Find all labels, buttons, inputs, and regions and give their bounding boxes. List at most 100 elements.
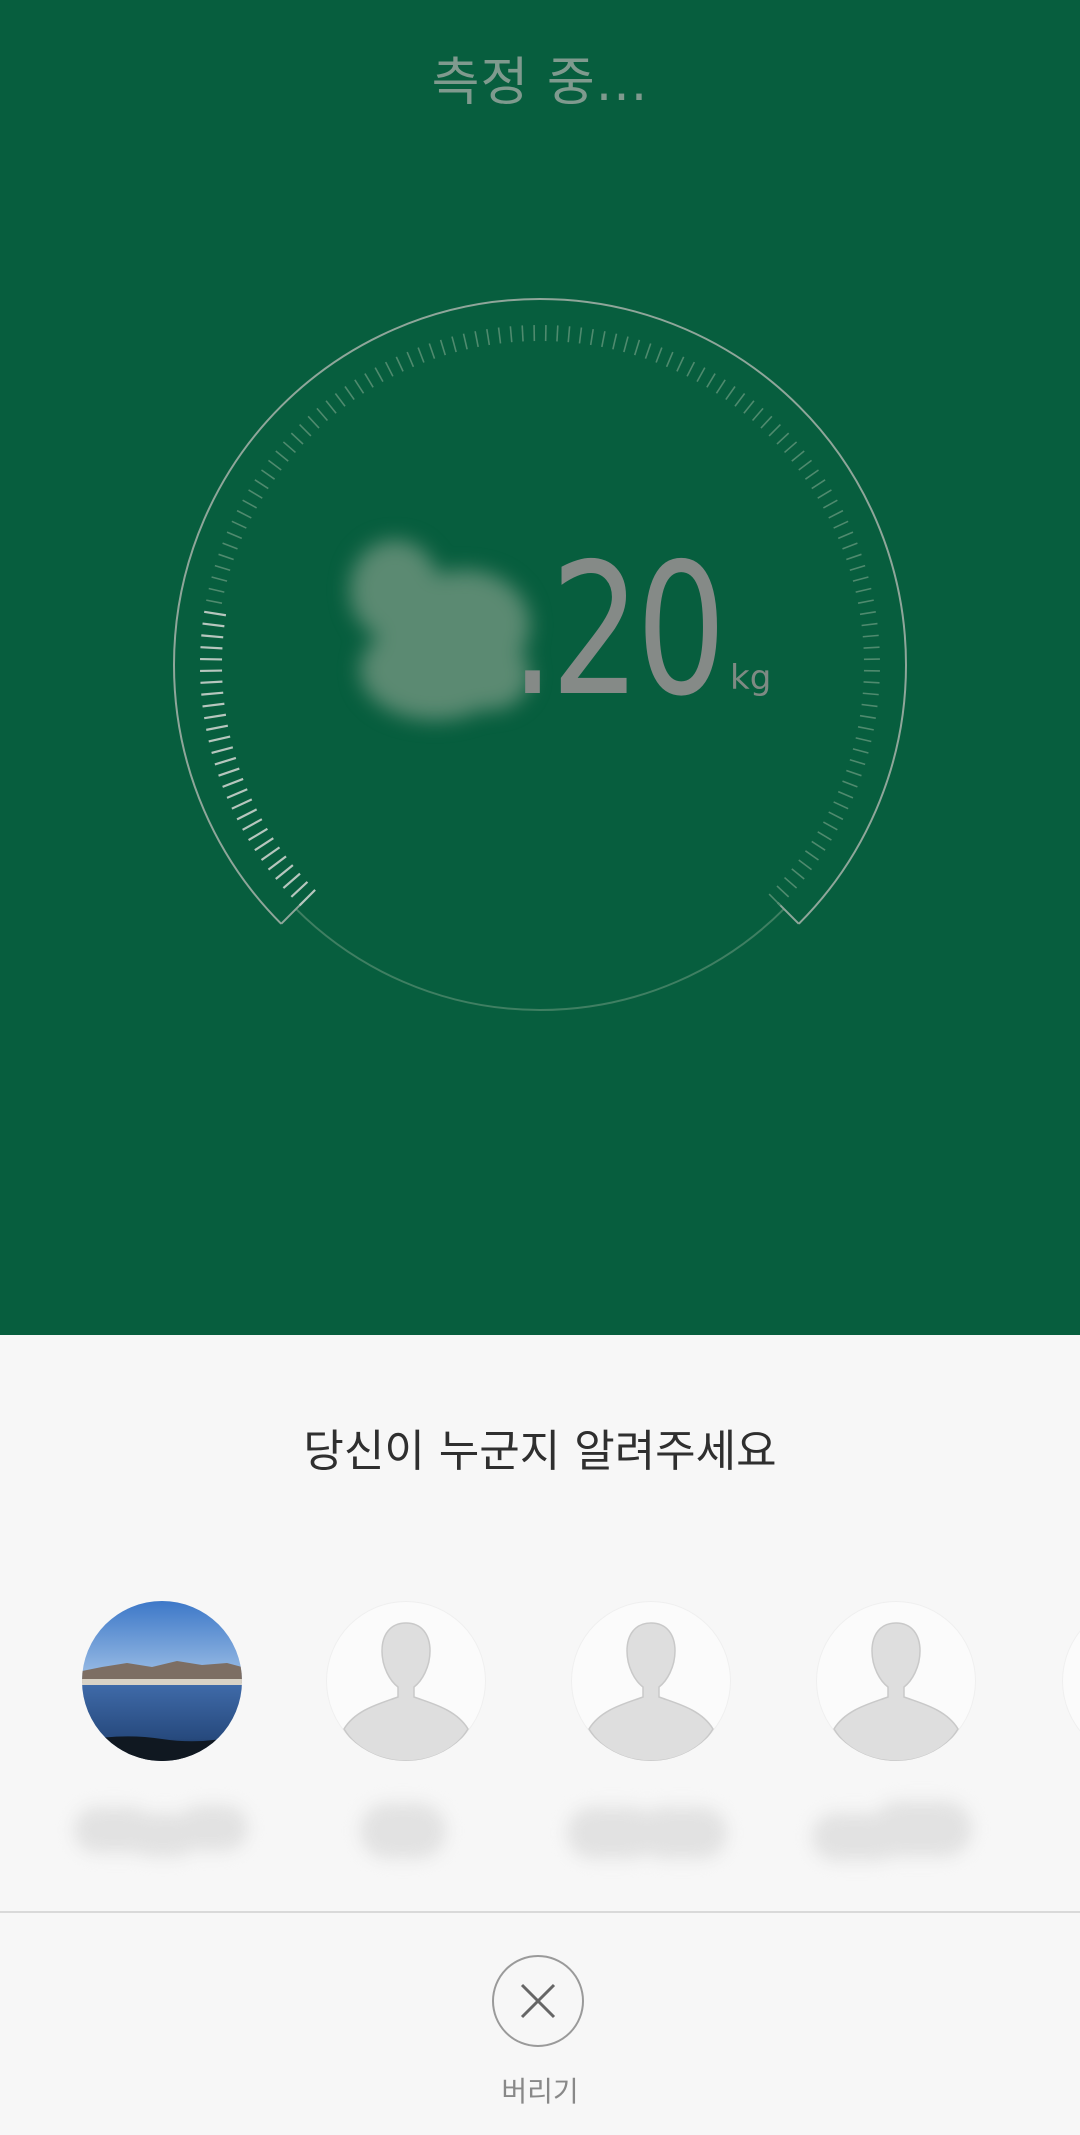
- default-person-icon: [1062, 1601, 1080, 1761]
- gauge-tick-active: [208, 735, 231, 743]
- gauge-tick: [633, 339, 641, 356]
- gauge-tick: [857, 599, 874, 604]
- gauge-tick-active: [201, 691, 224, 696]
- gauge-tick: [623, 336, 629, 353]
- gauge-tick-active: [267, 855, 287, 871]
- gauge-tick: [428, 343, 436, 359]
- gauge-tick: [290, 432, 304, 445]
- gauge-tick: [267, 459, 282, 471]
- gauge-tick: [817, 831, 832, 841]
- gauge-tick: [849, 564, 866, 572]
- gauge-tick: [811, 479, 826, 490]
- gauge-tick: [521, 325, 524, 342]
- gauge-tick-active: [222, 777, 244, 788]
- gauge-tick: [395, 356, 404, 372]
- gauge-tick: [208, 587, 225, 593]
- gauge-tick: [696, 367, 706, 383]
- gauge-tick: [206, 599, 223, 604]
- gauge-tick-active: [282, 872, 301, 889]
- gauge-tick: [462, 333, 468, 350]
- landscape-avatar-icon: [82, 1601, 242, 1761]
- gauge-tick-active: [206, 724, 229, 731]
- gauge-tick: [214, 564, 231, 572]
- gauge-tick-active: [200, 646, 223, 650]
- gauge-tick: [862, 634, 879, 638]
- gauge-tick-active: [231, 798, 253, 810]
- gauge-tick-active: [200, 680, 223, 684]
- gauge-tick-active: [202, 702, 225, 708]
- gauge-tick: [855, 587, 872, 593]
- weight-value: .20: [510, 524, 726, 736]
- gauge-tick: [374, 367, 384, 383]
- user-select-title: 당신이 누군지 알려주세요: [303, 1426, 777, 1477]
- gauge-tick: [751, 407, 764, 421]
- gauge-tick: [325, 400, 337, 414]
- gauge-tick-active: [218, 767, 240, 777]
- gauge-tick: [486, 329, 491, 346]
- weight-unit: kg: [730, 658, 772, 698]
- gauge-tick: [725, 386, 736, 401]
- gauge-tick-active: [201, 634, 224, 639]
- user-item-2[interactable]: [322, 1595, 492, 1875]
- gauge-tick: [804, 469, 819, 480]
- gauge-tick: [706, 373, 716, 388]
- gauge-tick: [439, 339, 447, 356]
- user-item-4[interactable]: [812, 1595, 982, 1875]
- gauge-tick: [261, 469, 276, 480]
- gauge-tick: [859, 714, 876, 719]
- gauge-tick: [299, 424, 312, 437]
- gauge-tick-active: [236, 808, 258, 821]
- gauge-tick: [567, 326, 571, 343]
- discard-label: 버리기: [501, 2075, 579, 2108]
- gauge-tick: [837, 790, 854, 799]
- gauge-tick: [248, 489, 263, 499]
- gauge-tick: [686, 361, 696, 377]
- gauge-tick: [842, 542, 858, 550]
- user-name: [312, 1793, 502, 1867]
- gauge-tick-active: [214, 756, 237, 766]
- gauge-tick: [828, 509, 844, 519]
- gauge-tick: [791, 450, 805, 462]
- gauge-tick: [282, 441, 296, 454]
- gauge-tick: [833, 520, 849, 529]
- gauge-tick: [601, 331, 606, 348]
- gauge-tick: [316, 407, 329, 421]
- gauge-tick: [833, 801, 849, 810]
- gauge-tick: [275, 450, 289, 462]
- gauge-tick: [211, 576, 228, 582]
- user-name: [557, 1793, 747, 1867]
- gauge-tick: [236, 509, 252, 519]
- gauge-tick: [655, 347, 663, 363]
- gauge-tick: [334, 392, 346, 407]
- user-item-3[interactable]: [567, 1595, 737, 1875]
- gauge-tick: [852, 576, 869, 582]
- discard-button[interactable]: [492, 1955, 584, 2047]
- gauge-tick: [474, 331, 479, 348]
- gauge-tick: [556, 325, 559, 342]
- gauge-tick: [589, 329, 594, 346]
- gauge-tick: [364, 373, 374, 388]
- gauge-tick: [804, 850, 819, 861]
- gauge-tick: [863, 681, 880, 684]
- default-person-icon: [816, 1601, 976, 1761]
- gauge-tick: [509, 326, 513, 343]
- gauge-tick-active: [290, 881, 309, 898]
- user-item-more[interactable]: [1058, 1595, 1080, 1875]
- gauge-tick-active: [204, 610, 227, 617]
- gauge-tick: [859, 611, 876, 616]
- gauge-tick: [784, 441, 798, 454]
- user-list: [0, 1595, 1080, 1895]
- gauge-tick: [226, 531, 243, 540]
- gauge-tick: [451, 336, 457, 353]
- gauge-tick: [822, 821, 838, 831]
- gauge-tick: [798, 859, 813, 871]
- gauge-tick: [254, 479, 269, 490]
- gauge-tick-active: [202, 622, 225, 628]
- gauge-tick: [760, 415, 773, 429]
- gauge-tick-active: [254, 837, 274, 852]
- user-item-1[interactable]: [74, 1595, 248, 1875]
- gauge-tick-active: [247, 827, 268, 842]
- gauge-tick: [612, 333, 618, 350]
- user-name: [68, 1793, 258, 1867]
- gauge-tick-active: [226, 788, 248, 799]
